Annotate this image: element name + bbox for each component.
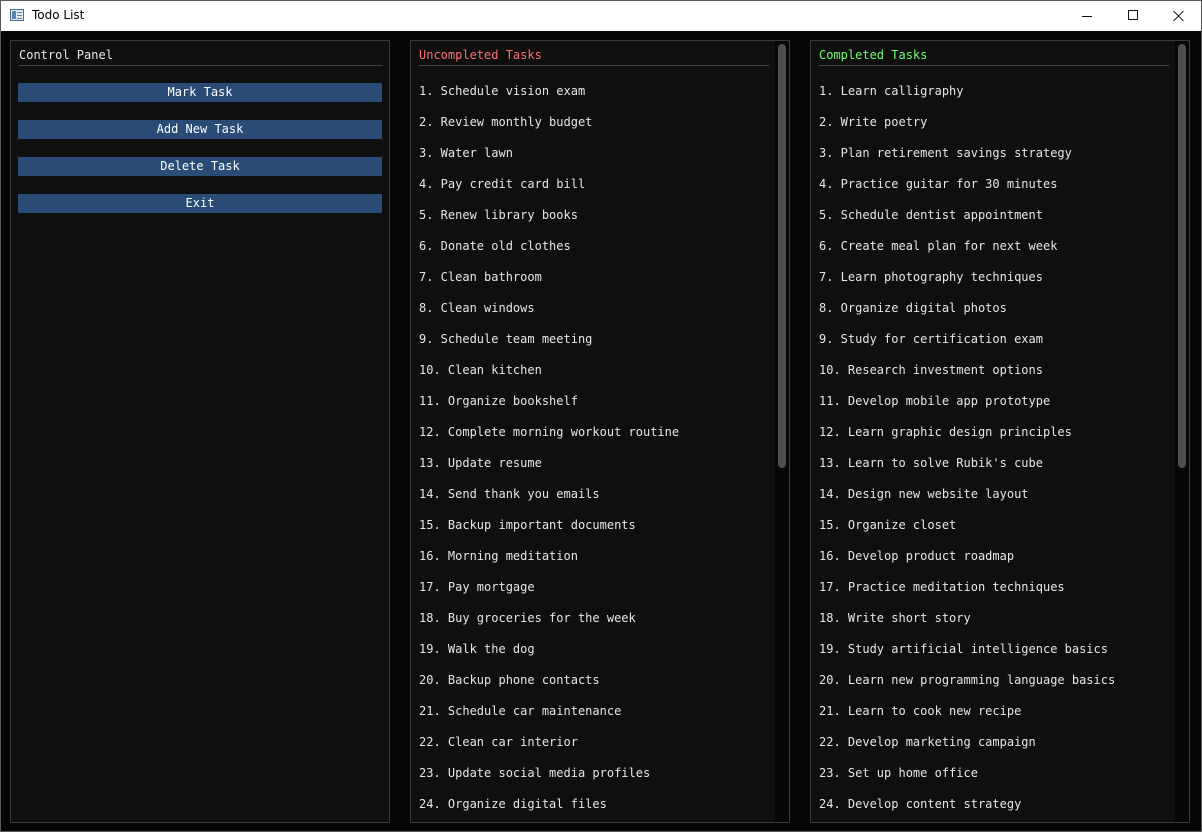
control-panel: Control Panel Mark Task Add New Task Del… xyxy=(10,40,390,823)
task-item[interactable]: 20. Backup phone contacts xyxy=(419,670,679,701)
close-icon xyxy=(1173,10,1185,22)
maximize-button[interactable] xyxy=(1110,1,1156,31)
task-item[interactable]: 16. Morning meditation xyxy=(419,546,679,577)
window-title: Todo List xyxy=(32,8,85,22)
task-item[interactable]: 24. Develop content strategy xyxy=(819,794,1115,822)
task-item[interactable]: 13. Learn to solve Rubik's cube xyxy=(819,453,1115,484)
task-item[interactable]: 7. Clean bathroom xyxy=(419,267,679,298)
completed-tasks-title: Completed Tasks xyxy=(819,47,1169,66)
task-item[interactable]: 19. Walk the dog xyxy=(419,639,679,670)
title-bar[interactable]: Todo List xyxy=(1,1,1201,31)
task-item[interactable]: 5. Renew library books xyxy=(419,205,679,236)
delete-task-button[interactable]: Delete Task xyxy=(18,157,382,176)
uncompleted-task-list: 1. Schedule vision exam 2. Review monthly… xyxy=(419,81,679,822)
minimize-button[interactable] xyxy=(1064,1,1110,31)
task-item[interactable]: 1. Schedule vision exam xyxy=(419,81,679,112)
task-item[interactable]: 11. Develop mobile app prototype xyxy=(819,391,1115,422)
exit-button[interactable]: Exit xyxy=(18,194,382,213)
task-item[interactable]: 4. Practice guitar for 30 minutes xyxy=(819,174,1115,205)
task-item[interactable]: 7. Learn photography techniques xyxy=(819,267,1115,298)
task-item[interactable]: 2. Review monthly budget xyxy=(419,112,679,143)
task-item[interactable]: 14. Send thank you emails xyxy=(419,484,679,515)
task-item[interactable]: 22. Develop marketing campaign xyxy=(819,732,1115,763)
uncompleted-scrollbar[interactable] xyxy=(775,41,789,822)
minimize-icon xyxy=(1082,16,1092,17)
task-item[interactable]: 15. Organize closet xyxy=(819,515,1115,546)
task-item[interactable]: 18. Buy groceries for the week xyxy=(419,608,679,639)
task-item[interactable]: 22. Clean car interior xyxy=(419,732,679,763)
task-item[interactable]: 6. Create meal plan for next week xyxy=(819,236,1115,267)
control-panel-title: Control Panel xyxy=(19,47,383,66)
maximize-icon xyxy=(1128,10,1138,20)
add-new-task-button[interactable]: Add New Task xyxy=(18,120,382,139)
task-item[interactable]: 3. Plan retirement savings strategy xyxy=(819,143,1115,174)
task-item[interactable]: 4. Pay credit card bill xyxy=(419,174,679,205)
task-item[interactable]: 17. Pay mortgage xyxy=(419,577,679,608)
mark-task-button[interactable]: Mark Task xyxy=(18,83,382,102)
task-item[interactable]: 10. Research investment options xyxy=(819,360,1115,391)
task-item[interactable]: 21. Learn to cook new recipe xyxy=(819,701,1115,732)
task-item[interactable]: 2. Write poetry xyxy=(819,112,1115,143)
completed-scroll-thumb[interactable] xyxy=(1178,44,1186,468)
task-item[interactable]: 23. Set up home office xyxy=(819,763,1115,794)
task-item[interactable]: 16. Develop product roadmap xyxy=(819,546,1115,577)
app-icon xyxy=(10,9,24,21)
task-item[interactable]: 3. Water lawn xyxy=(419,143,679,174)
task-item[interactable]: 8. Organize digital photos xyxy=(819,298,1115,329)
uncompleted-scroll-thumb[interactable] xyxy=(778,44,786,468)
task-item[interactable]: 11. Organize bookshelf xyxy=(419,391,679,422)
task-item[interactable]: 15. Backup important documents xyxy=(419,515,679,546)
task-item[interactable]: 23. Update social media profiles xyxy=(419,763,679,794)
task-item[interactable]: 10. Clean kitchen xyxy=(419,360,679,391)
task-item[interactable]: 13. Update resume xyxy=(419,453,679,484)
completed-tasks-panel: Completed Tasks 1. Learn calligraphy 2. W… xyxy=(810,40,1190,823)
task-item[interactable]: 12. Complete morning workout routine xyxy=(419,422,679,453)
task-item[interactable]: 12. Learn graphic design principles xyxy=(819,422,1115,453)
task-item[interactable]: 14. Design new website layout xyxy=(819,484,1115,515)
uncompleted-tasks-title: Uncompleted Tasks xyxy=(419,47,769,66)
task-item[interactable]: 8. Clean windows xyxy=(419,298,679,329)
completed-task-list: 1. Learn calligraphy 2. Write poetry 3. Pl… xyxy=(819,81,1115,822)
task-item[interactable]: 1. Learn calligraphy xyxy=(819,81,1115,112)
uncompleted-tasks-panel: Uncompleted Tasks 1. Schedule vision exa… xyxy=(410,40,790,823)
task-item[interactable]: 18. Write short story xyxy=(819,608,1115,639)
app-window: Todo List Control Panel Mark Task Add Ne… xyxy=(0,0,1202,832)
completed-scrollbar[interactable] xyxy=(1175,41,1189,822)
task-item[interactable]: 17. Practice meditation techniques xyxy=(819,577,1115,608)
close-button[interactable] xyxy=(1156,1,1202,31)
task-item[interactable]: 21. Schedule car maintenance xyxy=(419,701,679,732)
task-item[interactable]: 6. Donate old clothes xyxy=(419,236,679,267)
task-item[interactable]: 19. Study artificial intelligence basics xyxy=(819,639,1115,670)
task-item[interactable]: 20. Learn new programming language basic… xyxy=(819,670,1115,701)
task-item[interactable]: 9. Study for certification exam xyxy=(819,329,1115,360)
task-item[interactable]: 9. Schedule team meeting xyxy=(419,329,679,360)
task-item[interactable]: 24. Organize digital files xyxy=(419,794,679,822)
task-item[interactable]: 5. Schedule dentist appointment xyxy=(819,205,1115,236)
